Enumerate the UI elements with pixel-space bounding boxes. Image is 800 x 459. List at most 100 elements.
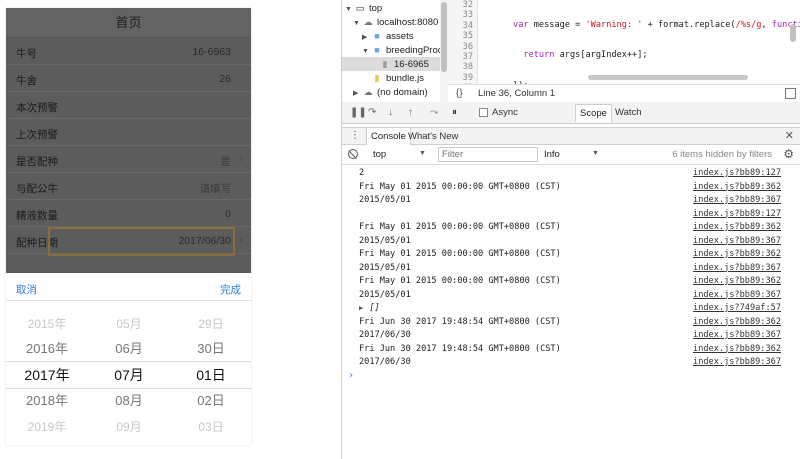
log-message: 2015/05/01 — [359, 289, 411, 300]
step-out-icon[interactable]: ↑ — [408, 107, 413, 118]
filter-input[interactable] — [438, 147, 538, 162]
tab-scope[interactable]: Scope — [575, 104, 612, 122]
tree-item-breeding[interactable]: ▼ ■ breedingProce — [362, 43, 448, 57]
year-option[interactable]: 2019年 — [6, 414, 88, 440]
log-source-link[interactable]: index.js?bb89:362 — [693, 275, 781, 289]
log-source-link[interactable]: index.js?bb89:362 — [693, 248, 781, 262]
year-option[interactable]: 2018年 — [6, 388, 88, 414]
code-horizontal-scrollbar[interactable] — [588, 75, 748, 80]
js-file-icon: ▮ — [374, 73, 380, 83]
console-prompt[interactable]: › — [348, 370, 354, 381]
more-options-icon[interactable]: ⋮ — [350, 130, 360, 141]
day-option[interactable]: 30日 — [170, 336, 251, 362]
log-source-link[interactable]: index.js?bb89:367 — [693, 356, 781, 370]
field-is-bred[interactable]: 是否配种 是 › — [6, 146, 251, 173]
field-label: 牛舍 — [16, 75, 37, 87]
year-option-selected[interactable]: 2017年 — [6, 362, 88, 388]
log-source-link[interactable]: index.js?749af:57 — [693, 302, 781, 316]
toggle-panel-icon[interactable] — [785, 88, 796, 99]
month-option-selected[interactable]: 07月 — [88, 362, 170, 388]
year-wheel[interactable]: 2015年 2016年 2017年 2018年 2019年 — [6, 301, 88, 445]
log-source-link[interactable]: index.js?bb89:127 — [693, 167, 781, 181]
log-row-expandable[interactable]: ▶ [] index.js?749af:57 — [342, 302, 800, 316]
scrollbar-thumb[interactable] — [441, 2, 447, 72]
day-wheel[interactable]: 29日 30日 01日 02日 03日 — [170, 301, 251, 445]
pause-on-exceptions-icon[interactable]: ⏸ — [452, 107, 457, 118]
tab-whats-new[interactable]: What's New — [408, 128, 458, 145]
month-option[interactable]: 08月 — [88, 388, 170, 414]
log-row: Fri May 01 2015 00:00:00 GMT+0800 (CST) i… — [342, 221, 800, 235]
tree-item-no-domain[interactable]: ▶ ☁ (no domain) — [353, 85, 428, 99]
month-option[interactable]: 05月 — [88, 311, 170, 337]
log-source-link[interactable]: index.js?bb89:362 — [693, 316, 781, 330]
log-row: 2 index.js?bb89:127 — [342, 167, 800, 181]
code-vertical-scrollbar[interactable] — [790, 24, 796, 42]
file-navigator: ▼ ▭ top ▼ ☁ localhost:8080 ▶ ■ assets ▼ ■ breedi… — [342, 0, 448, 102]
log-source-link[interactable]: index.js?bb89:367 — [693, 194, 781, 208]
tree-label: 16-6965 — [394, 59, 429, 70]
clear-console-icon[interactable] — [348, 149, 358, 159]
day-option[interactable]: 03日 — [170, 414, 251, 440]
log-source-link[interactable]: index.js?bb89:127 — [693, 208, 781, 222]
tree-item-localhost[interactable]: ▼ ☁ localhost:8080 — [353, 15, 438, 29]
pretty-print-button[interactable]: {} — [456, 88, 463, 99]
day-option-selected[interactable]: 01日 — [170, 362, 251, 388]
log-row: 2017/06/30 index.js?bb89:367 — [342, 356, 800, 370]
log-source-link[interactable]: index.js?bb89:367 — [693, 235, 781, 249]
field-value: 是 — [220, 156, 232, 168]
month-option[interactable]: 09月 — [88, 414, 170, 440]
day-option[interactable]: 02日 — [170, 388, 251, 414]
day-option[interactable]: 29日 — [170, 311, 251, 337]
log-level-selector[interactable]: Info — [544, 149, 560, 160]
year-option[interactable]: 2016年 — [6, 336, 88, 362]
field-semen-count[interactable]: 精液数量 0 — [6, 200, 251, 227]
field-value: 16-6963 — [192, 46, 231, 58]
log-source-link[interactable]: index.js?bb89:367 — [693, 329, 781, 343]
deactivate-breakpoints-icon[interactable]: ⤳ — [430, 107, 438, 118]
debugger-toolbar: ❚❚ ↷ ↓ ↑ ⤳ ⏸ Async Scope Watch — [342, 102, 800, 124]
field-value: 26 — [219, 73, 231, 85]
log-row: Fri Jun 30 2017 19:48:54 GMT+0800 (CST) i… — [342, 316, 800, 330]
tree-item-top[interactable]: ▼ ▭ top — [345, 1, 382, 15]
gear-icon[interactable]: ⚙ — [783, 147, 794, 161]
phone-emulator: 首页 牛号 16-6963 牛舍 26 本次预警 上次预警 是否配种 是 › 与… — [0, 0, 342, 459]
line-number: 34 — [462, 20, 473, 31]
picker-cancel-button[interactable]: 取消 — [16, 282, 37, 297]
step-over-icon[interactable]: ↷ — [368, 107, 376, 118]
field-label: 配种日期 — [16, 237, 58, 249]
field-bull[interactable]: 与配公牛 请填写 — [6, 173, 251, 200]
code-line: var message = 'Warning: ' + format.repla… — [513, 20, 800, 30]
close-icon[interactable]: ✕ — [785, 129, 794, 142]
log-message: Fri Jun 30 2017 19:48:54 GMT+0800 (CST) — [359, 343, 561, 354]
tab-watch[interactable]: Watch — [611, 104, 646, 122]
picker-done-button[interactable]: 完成 — [220, 282, 241, 297]
month-wheel[interactable]: 05月 06月 07月 08月 09月 — [88, 301, 170, 445]
year-option[interactable]: 2015年 — [6, 311, 88, 337]
context-selector[interactable]: top — [373, 149, 386, 160]
code-editor[interactable]: 32 33 34 35 36 37 38 39 40 var message =… — [448, 0, 800, 84]
tree-item-bundle[interactable]: ▮ bundle.js — [371, 71, 425, 85]
hidden-items-text: 6 items hidden by filters — [672, 149, 772, 160]
log-source-link[interactable]: index.js?bb89:362 — [693, 181, 781, 195]
log-source-link[interactable]: index.js?bb89:367 — [693, 289, 781, 303]
log-source-link[interactable]: index.js?bb89:362 — [693, 221, 781, 235]
month-option[interactable]: 06月 — [88, 336, 170, 362]
pause-icon[interactable]: ❚❚ — [350, 107, 367, 118]
step-into-icon[interactable]: ↓ — [388, 107, 393, 118]
chevron-down-icon[interactable]: ▼ — [592, 150, 599, 157]
async-checkbox[interactable] — [479, 108, 488, 117]
log-source-link[interactable]: index.js?bb89:367 — [693, 262, 781, 276]
tab-console[interactable]: Console — [366, 128, 411, 145]
log-source-link[interactable]: index.js?bb89:362 — [693, 343, 781, 357]
tree-label: (no domain) — [377, 87, 428, 98]
folder-icon: ■ — [374, 45, 380, 55]
tree-item-assets[interactable]: ▶ ■ assets — [362, 29, 413, 43]
field-last-alert: 上次预警 — [6, 119, 251, 146]
page-overlay: 首页 牛号 16-6963 牛舍 26 本次预警 上次预警 是否配种 是 › 与… — [6, 8, 251, 273]
drawer-tabbar: ⋮ Console What's New ✕ — [342, 127, 800, 145]
tree-item-file[interactable]: ▮ 16-6965 — [379, 57, 429, 71]
tree-scrollbar[interactable] — [440, 0, 448, 102]
field-breeding-date[interactable]: 配种日期 2017/06/30 › — [6, 227, 251, 256]
chevron-down-icon[interactable]: ▼ — [419, 150, 426, 157]
log-row: Fri May 01 2015 00:00:00 GMT+0800 (CST) i… — [342, 181, 800, 195]
